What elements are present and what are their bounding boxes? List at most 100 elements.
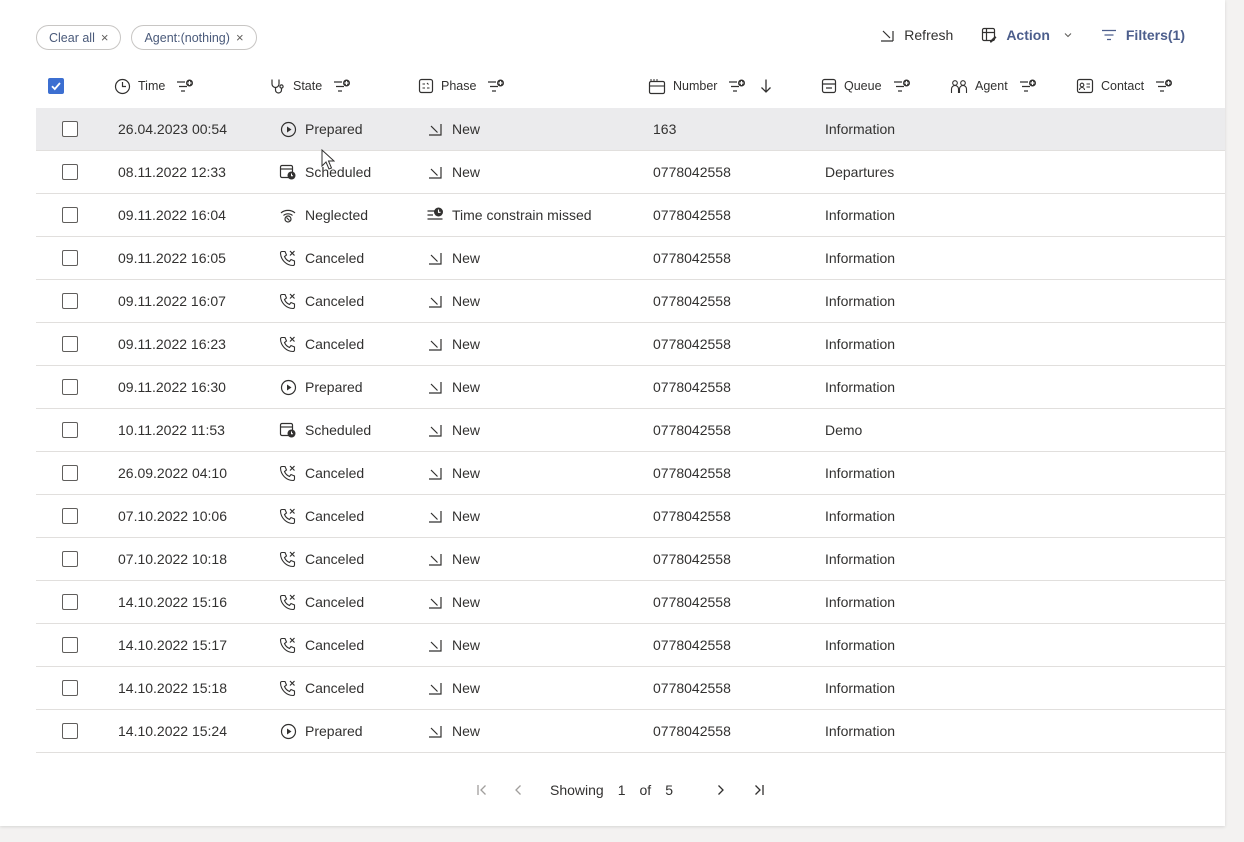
row-checkbox[interactable] xyxy=(62,637,78,653)
row-checkbox[interactable] xyxy=(62,422,78,438)
phase-value: New xyxy=(452,594,481,610)
call-cancel-icon xyxy=(279,292,297,310)
row-checkbox[interactable] xyxy=(62,551,78,567)
column-header-number[interactable]: Number xyxy=(648,64,773,108)
mouse-cursor-icon xyxy=(321,149,335,170)
state-cell: Scheduled xyxy=(279,409,371,451)
sort-down-icon[interactable] xyxy=(759,78,773,94)
calls-table: Time State Phase Number Queue Agent Cont… xyxy=(36,64,1225,753)
row-checkbox[interactable] xyxy=(62,250,78,266)
clear-all-chip[interactable]: Clear all × xyxy=(36,25,122,50)
row-checkbox-cell xyxy=(62,624,78,666)
filter-add-icon[interactable] xyxy=(1019,79,1037,93)
phase-value: New xyxy=(452,336,481,352)
column-header-phase[interactable]: Phase xyxy=(418,64,505,108)
row-checkbox[interactable] xyxy=(62,594,78,610)
column-header-state[interactable]: State xyxy=(269,64,351,108)
table-row[interactable]: 07.10.2022 10:06 Canceled New 0778042558… xyxy=(36,495,1225,538)
row-checkbox-cell xyxy=(62,710,78,752)
table-row[interactable]: 14.10.2022 15:24 Prepared New 0778042558… xyxy=(36,710,1225,753)
state-cell: Canceled xyxy=(279,452,364,494)
filter-add-icon[interactable] xyxy=(333,79,351,93)
close-icon[interactable]: × xyxy=(101,31,109,44)
time-cell: 14.10.2022 15:24 xyxy=(118,710,227,752)
queue-value: Information xyxy=(825,551,896,567)
close-icon[interactable]: × xyxy=(236,31,244,44)
column-header-time[interactable]: Time xyxy=(114,64,194,108)
queue-cell: Information xyxy=(825,366,895,408)
column-header-agent[interactable]: Agent xyxy=(950,64,1037,108)
state-cell: Neglected xyxy=(279,194,368,236)
phase-cell: New xyxy=(426,323,480,365)
phase-new-icon xyxy=(426,722,444,740)
previous-page-icon[interactable] xyxy=(506,778,530,802)
number-value: 0778042558 xyxy=(653,594,731,610)
queue-cell: Information xyxy=(825,452,895,494)
filter-add-icon[interactable] xyxy=(1155,79,1173,93)
chevron-down-icon[interactable] xyxy=(1063,30,1073,40)
filter-lines-icon xyxy=(1101,29,1116,41)
clock-icon xyxy=(114,78,131,94)
table-row[interactable]: 07.10.2022 10:18 Canceled New 0778042558… xyxy=(36,538,1225,581)
phase-cell: New xyxy=(426,409,480,451)
row-checkbox[interactable] xyxy=(62,680,78,696)
row-checkbox[interactable] xyxy=(62,508,78,524)
queue-value: Information xyxy=(825,293,896,309)
refresh-button[interactable]: Refresh xyxy=(879,24,953,46)
row-checkbox[interactable] xyxy=(62,336,78,352)
number-cell: 0778042558 xyxy=(653,624,731,666)
showing-label: Showing xyxy=(550,782,604,798)
row-checkbox[interactable] xyxy=(62,723,78,739)
state-cell: Canceled xyxy=(279,280,364,322)
time-cell: 09.11.2022 16:04 xyxy=(118,194,226,236)
row-checkbox[interactable] xyxy=(62,379,78,395)
calls-panel: Clear all × Agent:(nothing) × Refresh Ac… xyxy=(0,0,1225,826)
table-row[interactable]: 09.11.2022 16:23 Canceled New 0778042558… xyxy=(36,323,1225,366)
table-row[interactable]: 26.09.2022 04:10 Canceled New 0778042558… xyxy=(36,452,1225,495)
column-label: Queue xyxy=(844,79,882,93)
time-cell: 08.11.2022 12:33 xyxy=(118,151,226,193)
time-cell: 09.11.2022 16:05 xyxy=(118,237,226,279)
phase-value: New xyxy=(452,250,481,266)
filter-add-icon[interactable] xyxy=(893,79,911,93)
table-row[interactable]: 14.10.2022 15:18 Canceled New 0778042558… xyxy=(36,667,1225,710)
first-page-icon[interactable] xyxy=(470,778,494,802)
filter-add-icon[interactable] xyxy=(487,79,505,93)
row-checkbox[interactable] xyxy=(62,207,78,223)
agent-filter-chip[interactable]: Agent:(nothing) × xyxy=(131,25,257,50)
table-row[interactable]: 14.10.2022 15:17 Canceled New 0778042558… xyxy=(36,624,1225,667)
next-page-icon[interactable] xyxy=(709,778,733,802)
queue-value: Information xyxy=(825,508,896,524)
row-checkbox[interactable] xyxy=(62,293,78,309)
column-label: Time xyxy=(138,79,166,93)
queue-value: Departures xyxy=(825,164,895,180)
time-value: 09.11.2022 16:05 xyxy=(118,250,226,266)
filter-add-icon[interactable] xyxy=(728,79,746,93)
table-row[interactable]: 09.11.2022 16:04 Neglected Time constrai… xyxy=(36,194,1225,237)
table-row[interactable]: 08.11.2022 12:33 Scheduled New 077804255… xyxy=(36,151,1225,194)
column-label: Contact xyxy=(1101,79,1145,93)
table-row[interactable]: 14.10.2022 15:16 Canceled New 0778042558… xyxy=(36,581,1225,624)
refresh-label: Refresh xyxy=(904,27,954,43)
number-cell: 0778042558 xyxy=(653,151,731,193)
calendar-clock-icon xyxy=(279,163,297,181)
select-all-checkbox[interactable] xyxy=(48,78,64,94)
pagination: Showing 1 of 5 xyxy=(470,778,771,802)
table-row[interactable]: 26.04.2023 00:54 Prepared New 163 Inform… xyxy=(36,108,1225,151)
action-button[interactable]: Action xyxy=(981,24,1073,46)
table-row[interactable]: 09.11.2022 16:05 Canceled New 0778042558… xyxy=(36,237,1225,280)
table-row[interactable]: 10.11.2022 11:53 Scheduled New 077804255… xyxy=(36,409,1225,452)
row-checkbox-cell xyxy=(62,495,78,537)
last-page-icon[interactable] xyxy=(747,778,771,802)
row-checkbox[interactable] xyxy=(62,121,78,137)
column-header-queue[interactable]: Queue xyxy=(821,64,911,108)
current-page: 1 xyxy=(617,782,626,798)
filter-add-icon[interactable] xyxy=(176,79,194,93)
table-row[interactable]: 09.11.2022 16:07 Canceled New 0778042558… xyxy=(36,280,1225,323)
row-checkbox[interactable] xyxy=(62,465,78,481)
call-cancel-icon xyxy=(279,464,297,482)
column-header-contact[interactable]: Contact xyxy=(1076,64,1173,108)
filters-button[interactable]: Filters(1) xyxy=(1101,24,1185,46)
row-checkbox[interactable] xyxy=(62,164,78,180)
table-row[interactable]: 09.11.2022 16:30 Prepared New 0778042558… xyxy=(36,366,1225,409)
